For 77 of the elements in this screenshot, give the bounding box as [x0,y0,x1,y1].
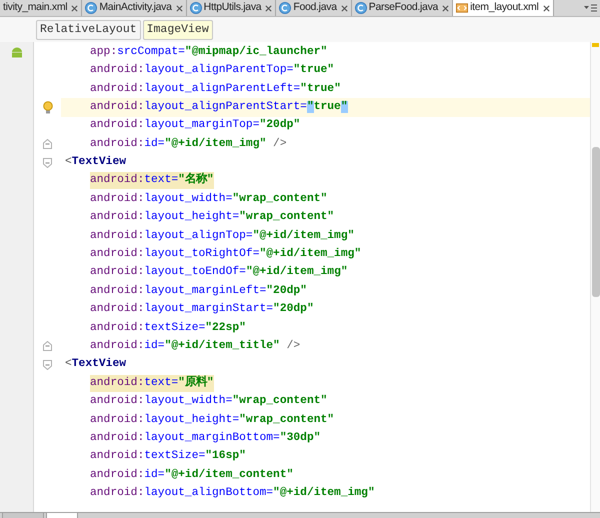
attribute-name: android:layout_marginBottom="30dp" [90,430,321,447]
breadcrumb[interactable]: RelativeLayout [36,20,141,40]
attribute-name: android:layout_width="wrap_content" [90,190,328,208]
attribute-name: android:id="@+id/item_title" [90,338,280,355]
scrollbar-thumb[interactable] [592,147,600,297]
fold-marker-icon[interactable] [43,139,52,150]
attribute-value: "@+id/item_img" [259,246,362,262]
close-icon[interactable] [71,4,78,12]
attribute-value: "@+id/item_img" [273,486,375,502]
attribute-name: android:textSize="16sp" [90,448,246,466]
editor-tab[interactable]: Food.java [276,0,352,16]
attribute-name: android:layout_marginLeft="20dp" [90,282,307,300]
attribute-name: android:layout_width="wrap_content" [90,393,328,410]
code-tag: <TextView [65,358,126,370]
attribute-name: android:text="名称" [90,172,214,190]
class-icon [190,2,202,14]
editor-tab[interactable]: item_layout.xml [453,0,554,16]
lightbulb-icon[interactable] [42,100,52,114]
class-icon [279,2,292,14]
attribute-value: "@+id/item_img" [246,264,348,280]
warning-marker[interactable] [592,43,599,47]
attribute-name: android:layout_alignTop="@+id/item_img" [90,228,354,245]
attribute-value: "名称" [178,172,214,188]
attribute-value: "@mipmap/ic_launcher" [184,44,328,60]
attribute-value: "@+id/item_img" [252,228,354,244]
attribute-value: "20dp" [259,118,300,134]
fold-marker-icon[interactable] [43,341,52,352]
attribute-name: android:text="原料" [90,374,214,392]
attribute-value: "20dp" [273,302,314,318]
attribute-name: android:layout_toEndOf="@+id/item_img" [90,264,348,282]
attribute-value: "16sp" [205,448,246,464]
xml-file-icon [456,2,468,14]
breadcrumb[interactable]: ImageView [142,20,213,40]
attribute-value: "wrap_content" [232,192,328,207]
close-icon[interactable] [340,4,348,12]
class-icon [85,2,98,14]
attribute-name: android:layout_toRightOf="@+id/item_img" [90,246,362,263]
attribute-name: app:srcCompat="@mipmap/ic_launcher" [90,44,328,61]
tag-close: /> [286,338,300,354]
attribute-name: android:id="@+id/item_img" [90,136,266,153]
attribute-name: android:layout_alignParentStart="true" [90,98,348,116]
bottom-tab[interactable] [46,513,78,518]
close-icon[interactable] [176,4,183,12]
tag-close: /> [272,136,287,152]
tab-list-icon[interactable] [584,3,598,13]
attribute-value: "@+id/item_title" [164,338,280,354]
attribute-name: android:layout_marginTop="20dp" [90,117,300,134]
attribute-value: "20dp" [266,284,307,299]
code-tag: <TextView [65,156,126,168]
attribute-name: android:layout_alignBottom="@+id/item_img" [90,485,375,502]
attribute-name: android:layout_marginStart="20dp" [90,301,314,318]
fold-marker-icon[interactable] [43,360,52,370]
class-icon [354,2,367,14]
attribute-name: android:textSize="22sp" [90,320,246,337]
editor-tab[interactable]: tivity_main.xml [0,0,82,16]
fold-marker-icon[interactable] [43,158,52,168]
attribute-value: "wrap_content" [232,394,328,410]
attribute-value: "30dp" [280,430,321,446]
attribute-value: "@+id/item_content" [164,468,294,483]
attribute-name: android:layout_alignParentTop="true" [90,62,334,80]
attribute-name: android:layout_height="wrap_content" [90,209,334,226]
attribute-name: android:layout_height="wrap_content" [90,412,334,428]
close-icon[interactable] [442,4,450,12]
attribute-value: "true" [293,62,334,78]
close-icon[interactable] [542,4,550,12]
attribute-value: "true" [306,100,348,115]
editor-tab[interactable]: HttpUtils.java [186,0,276,16]
attribute-value: "@+id/item_img" [164,136,266,152]
attribute-value: "wrap_content" [239,210,334,226]
attribute-value: "true" [300,82,341,96]
attribute-name: android:layout_alignParentLeft="true" [90,80,341,98]
attribute-name: android:id="@+id/item_content" [90,466,294,484]
editor-tab[interactable]: MainActivity.java [82,0,187,16]
attribute-value: "22sp" [205,320,246,336]
close-icon[interactable] [265,4,272,12]
attribute-value: "wrap_content" [239,412,334,428]
attribute-value: "原料" [178,374,214,391]
